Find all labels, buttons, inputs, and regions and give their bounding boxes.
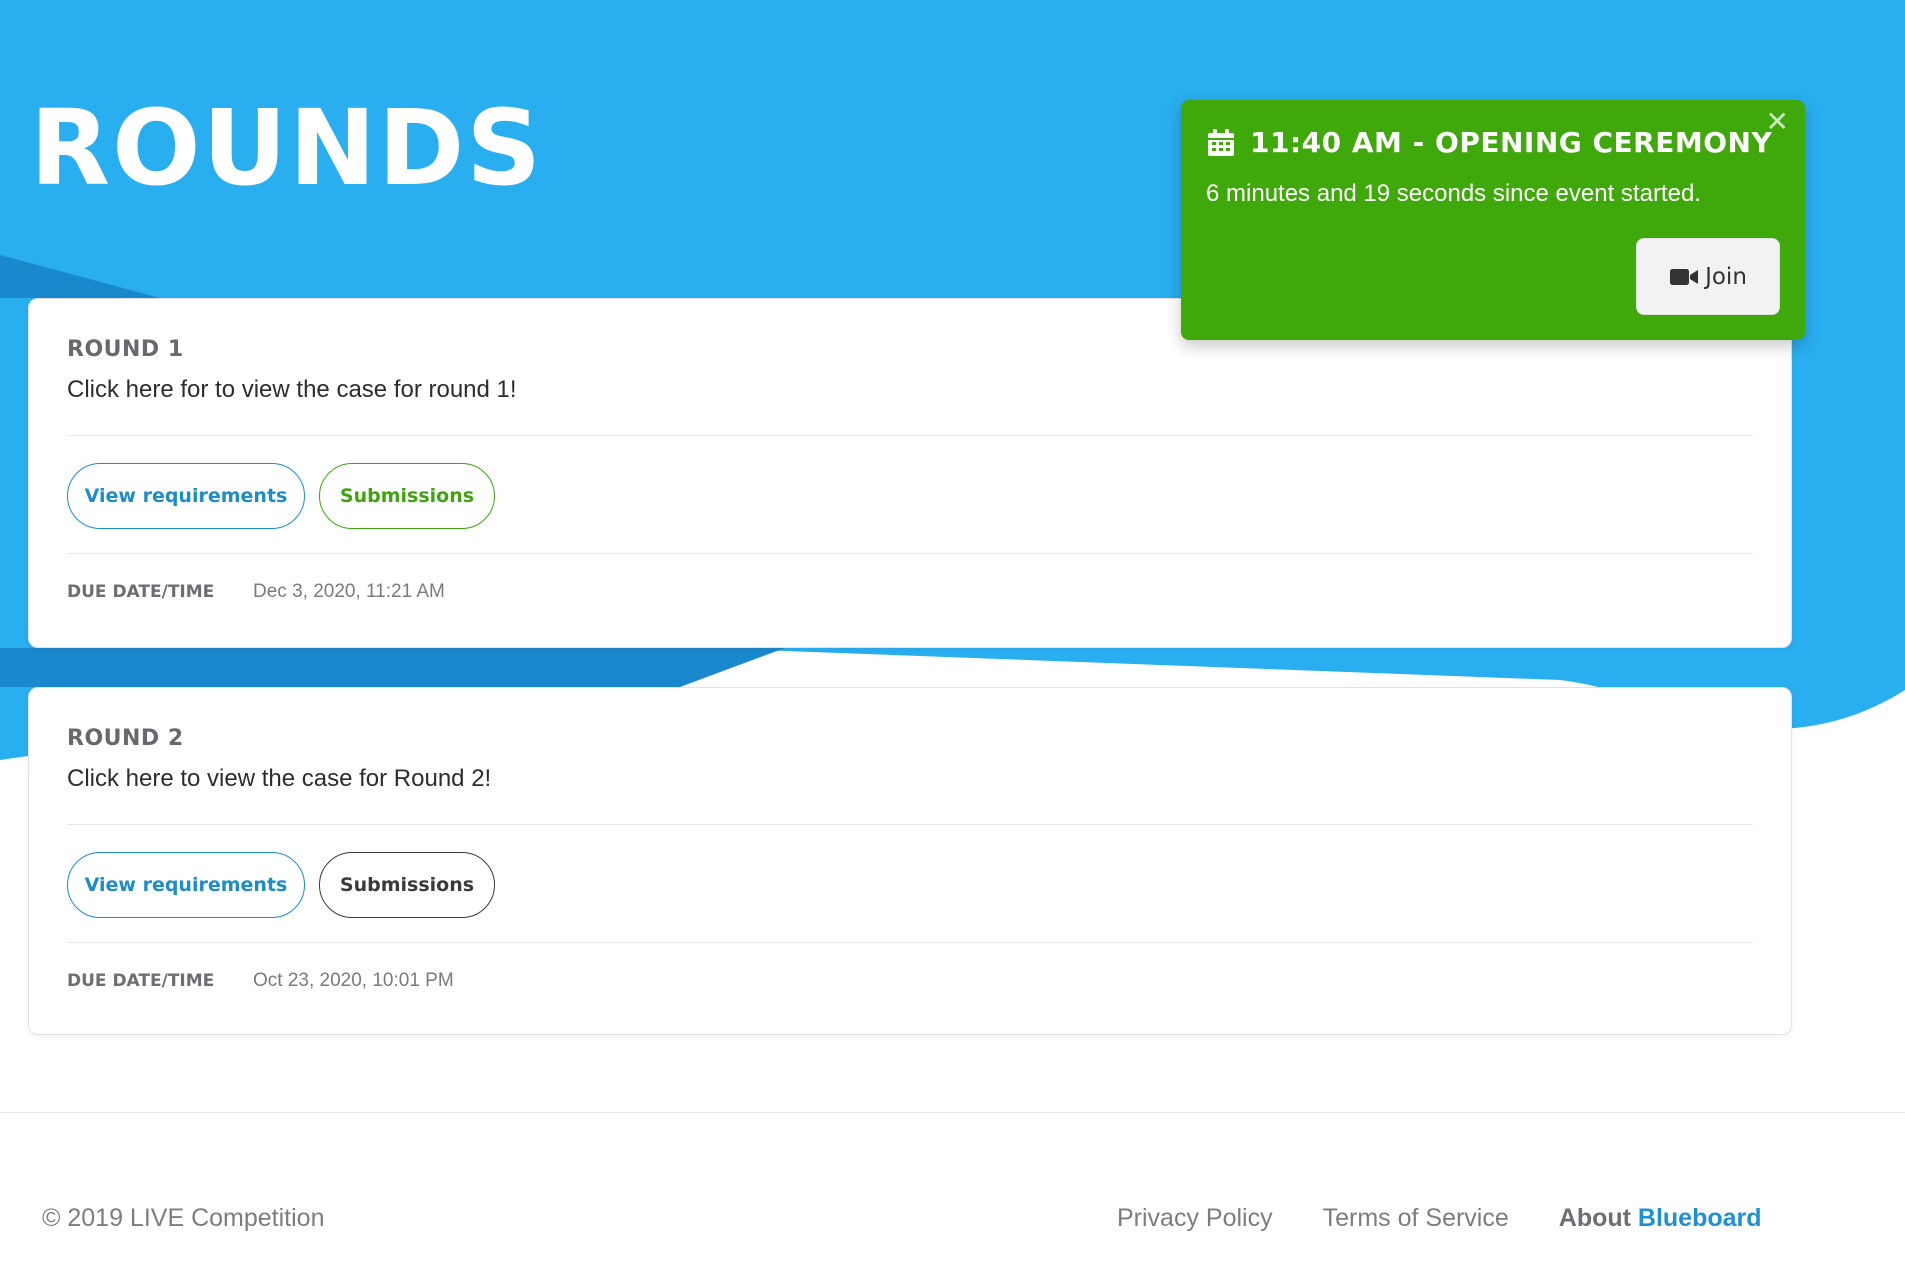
due-date-label: DUE DATE/TIME — [67, 971, 215, 991]
join-label: Join — [1705, 263, 1747, 290]
due-date-value: Oct 23, 2020, 10:01 PM — [253, 970, 454, 991]
notification-header: 11:40 AM - OPENING CEREMONY — [1206, 126, 1772, 159]
divider — [67, 942, 1753, 943]
notification-subtitle: 6 minutes and 19 seconds since event sta… — [1206, 180, 1701, 207]
notification-title: 11:40 AM - OPENING CEREMONY — [1250, 126, 1773, 159]
join-button[interactable]: Join — [1636, 238, 1780, 315]
round-actions: View requirements Submissions — [67, 463, 495, 529]
due-date-row: DUE DATE/TIME Dec 3, 2020, 11:21 AM — [67, 581, 445, 603]
round-header: ROUND 1 Click here for to view the case … — [67, 337, 1753, 404]
round-card-2: ROUND 2 Click here to view the case for … — [28, 687, 1792, 1035]
video-camera-icon — [1669, 267, 1699, 287]
round-case-link[interactable]: Click here for to view the case for roun… — [67, 376, 1753, 404]
footer-links: Privacy Policy Terms of Service About Bl… — [1117, 1204, 1762, 1233]
round-title: ROUND 2 — [67, 726, 184, 751]
about-brand: Blueboard — [1637, 1204, 1762, 1232]
terms-of-service-link[interactable]: Terms of Service — [1323, 1204, 1509, 1233]
round-card-1: ROUND 1 Click here for to view the case … — [28, 298, 1792, 648]
event-notification: 11:40 AM - OPENING CEREMONY ✕ 6 minutes … — [1181, 100, 1805, 340]
privacy-policy-link[interactable]: Privacy Policy — [1117, 1204, 1273, 1233]
copyright-text: © 2019 LIVE Competition — [42, 1204, 325, 1232]
round-header: ROUND 2 Click here to view the case for … — [67, 726, 1753, 793]
submissions-button[interactable]: Submissions — [319, 852, 495, 918]
about-blueboard-link[interactable]: About Blueboard — [1559, 1204, 1762, 1233]
divider — [67, 553, 1753, 554]
round-case-link[interactable]: Click here to view the case for Round 2! — [67, 765, 1753, 793]
page-title: ROUNDS — [30, 87, 544, 209]
divider — [67, 824, 1753, 825]
view-requirements-button[interactable]: View requirements — [67, 852, 305, 918]
about-prefix: About — [1558, 1204, 1638, 1232]
submissions-button[interactable]: Submissions — [319, 463, 495, 529]
close-icon[interactable]: ✕ — [1766, 108, 1789, 136]
round-title: ROUND 1 — [67, 337, 184, 362]
divider — [67, 435, 1753, 436]
round-actions: View requirements Submissions — [67, 852, 495, 918]
due-date-row: DUE DATE/TIME Oct 23, 2020, 10:01 PM — [67, 970, 454, 992]
due-date-label: DUE DATE/TIME — [67, 582, 215, 602]
calendar-icon — [1206, 128, 1236, 158]
footer-divider — [0, 1112, 1905, 1113]
due-date-value: Dec 3, 2020, 11:21 AM — [253, 581, 445, 602]
view-requirements-button[interactable]: View requirements — [67, 463, 305, 529]
